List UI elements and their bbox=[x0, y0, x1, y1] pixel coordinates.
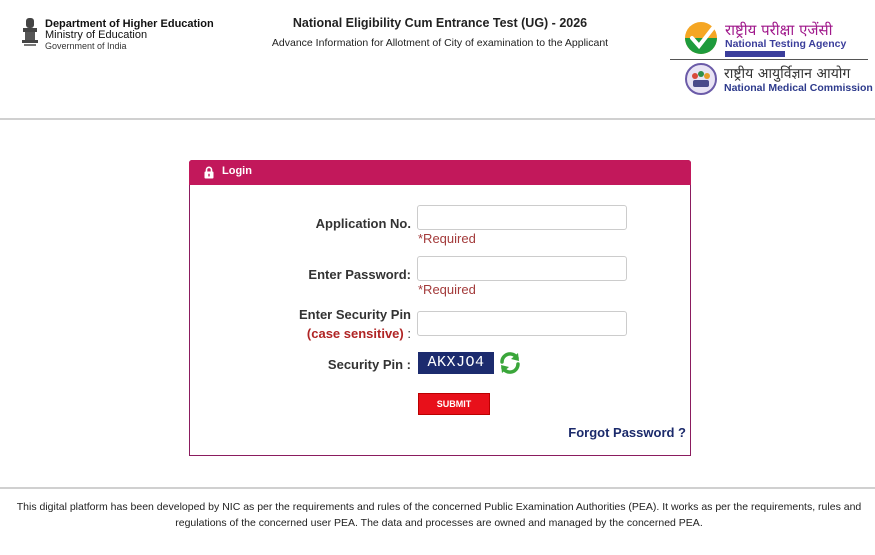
emblem-icon bbox=[22, 18, 38, 46]
logo-divider bbox=[670, 59, 868, 60]
nmc-logo: राष्ट्रीय आयुर्विज्ञान आयोग National Med… bbox=[684, 62, 873, 98]
department-block: Department of Higher Education Ministry … bbox=[45, 19, 214, 52]
security-pin-display-label: Security Pin : bbox=[327, 357, 411, 372]
security-pin-hint: (case sensitive) : bbox=[307, 326, 411, 341]
page-footer: This digital platform has been developed… bbox=[0, 487, 875, 555]
security-pin-input[interactable] bbox=[417, 311, 627, 336]
captcha-image: AKXJO4 bbox=[418, 352, 494, 374]
nta-logo-icon bbox=[685, 22, 717, 54]
case-sensitive-note: (case sensitive) bbox=[306, 326, 404, 341]
nta-english-name: National Testing Agency bbox=[725, 38, 847, 50]
application-number-label: Application No. bbox=[315, 216, 411, 231]
password-label: Enter Password: bbox=[308, 267, 411, 282]
login-panel: Login Application No. *Required Enter Pa… bbox=[189, 160, 691, 456]
nta-logo: राष्ट्रीय परीक्षा एजेंसी National Testin… bbox=[683, 20, 863, 58]
page-header: Department of Higher Education Ministry … bbox=[0, 0, 875, 120]
nmc-hindi-name: राष्ट्रीय आयुर्विज्ञान आयोग bbox=[724, 66, 851, 82]
exam-title-block: National Eligibility Cum Entrance Test (… bbox=[230, 16, 650, 49]
submit-button[interactable]: SUBMIT bbox=[418, 393, 490, 415]
security-pin-colon: : bbox=[407, 326, 411, 341]
lock-icon bbox=[204, 166, 214, 179]
nmc-logo-icon bbox=[685, 63, 717, 95]
password-required-text: *Required bbox=[418, 282, 476, 297]
footer-disclaimer: This digital platform has been developed… bbox=[16, 501, 862, 529]
refresh-icon[interactable] bbox=[498, 351, 522, 375]
security-pin-entry-label: Enter Security Pin bbox=[299, 307, 411, 322]
password-input[interactable] bbox=[417, 256, 627, 281]
nmc-english-name: National Medical Commission bbox=[724, 82, 873, 94]
application-required-text: *Required bbox=[418, 231, 476, 246]
login-title: Login bbox=[222, 165, 252, 177]
page-subtitle: Advance Information for Allotment of Cit… bbox=[271, 37, 609, 49]
login-panel-header: Login bbox=[189, 160, 691, 185]
application-number-input[interactable] bbox=[417, 205, 627, 230]
page-title: National Eligibility Cum Entrance Test (… bbox=[292, 16, 588, 30]
forgot-password-link[interactable]: Forgot Password ? bbox=[568, 425, 686, 440]
nta-tagline-bar bbox=[725, 51, 785, 57]
ministry-name: Ministry of Education bbox=[45, 29, 148, 41]
nta-hindi-name: राष्ट्रीय परीक्षा एजेंसी bbox=[725, 21, 833, 39]
government-name: Government of India bbox=[45, 41, 127, 51]
